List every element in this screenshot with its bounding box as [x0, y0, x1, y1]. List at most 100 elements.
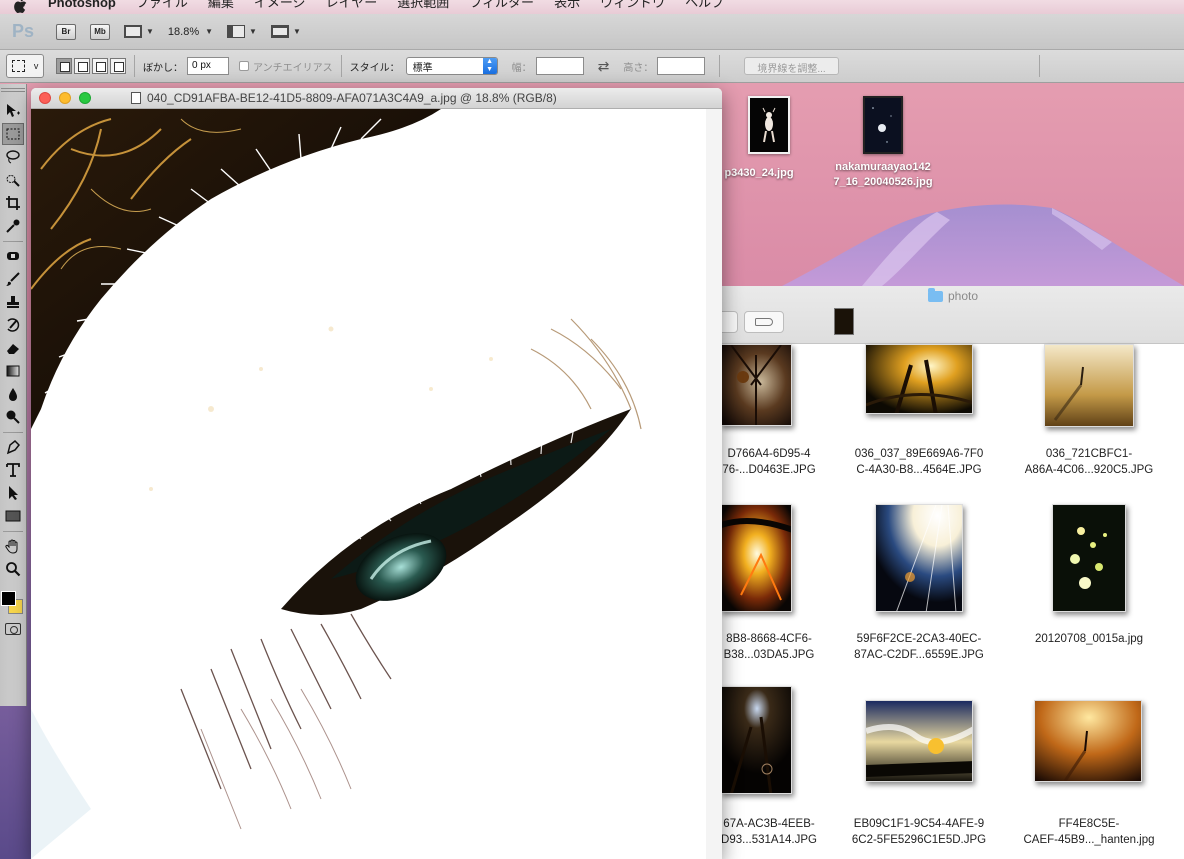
- add-to-selection-button[interactable]: [74, 58, 90, 74]
- rectangle-tool-icon[interactable]: [2, 505, 24, 527]
- subtract-from-selection-button[interactable]: [92, 58, 108, 74]
- file-name-line2[interactable]: 87AC-C2DF...6559E.JPG: [844, 647, 994, 663]
- file-thumbnail-8[interactable]: [865, 700, 973, 782]
- document-titlebar[interactable]: 040_CD91AFBA-BE12-41D5-8809-AFA071A3C4A9…: [31, 88, 722, 109]
- document-window: 040_CD91AFBA-BE12-41D5-8809-AFA071A3C4A9…: [31, 88, 722, 859]
- file-thumbnail-6[interactable]: [1052, 504, 1126, 612]
- arrange-documents-button[interactable]: ▼: [227, 25, 257, 38]
- file-name-line2[interactable]: C-4A30-B8...4564E.JPG: [844, 462, 994, 478]
- zoom-level-dropdown[interactable]: 18.8% ▼: [168, 26, 213, 38]
- desktop-icon-label-line1: nakamuraayao142: [835, 161, 931, 173]
- height-input[interactable]: [657, 57, 706, 75]
- quick-mask-icon[interactable]: [5, 623, 21, 635]
- menu-filter[interactable]: フィルター: [469, 0, 534, 11]
- divider: [3, 241, 23, 242]
- file-thumbnail-5[interactable]: [875, 504, 963, 612]
- lasso-tool-icon[interactable]: [2, 146, 24, 168]
- swap-width-height-icon[interactable]: ⇄: [598, 58, 610, 75]
- divider: [1038, 55, 1040, 77]
- file-name-line2[interactable]: CAEF-45B9..._hanten.jpg: [1014, 832, 1164, 848]
- eraser-tool-icon[interactable]: [2, 337, 24, 359]
- file-name-line1[interactable]: EB09C1F1-9C54-4AFE-9: [844, 816, 994, 832]
- apple-icon[interactable]: [14, 0, 28, 13]
- mini-bridge-button[interactable]: Mb: [90, 23, 110, 40]
- panel-grip[interactable]: [1, 88, 25, 92]
- folder-icon: [927, 287, 943, 302]
- zoom-level-value: 18.8%: [167, 25, 200, 38]
- hand-tool-icon[interactable]: [2, 535, 24, 557]
- move-tool-icon[interactable]: [2, 100, 24, 122]
- spot-healing-brush-tool-icon[interactable]: [2, 245, 24, 267]
- quick-selection-tool-icon[interactable]: [2, 169, 24, 191]
- refine-edge-button[interactable]: 境界線を調整...: [744, 57, 839, 75]
- menu-window[interactable]: ウィンドウ: [600, 0, 665, 11]
- eyedropper-tool-icon[interactable]: [2, 215, 24, 237]
- minimize-window-button[interactable]: [59, 92, 71, 104]
- desktop-thumbnail: [863, 96, 903, 154]
- menu-image[interactable]: イメージ: [254, 0, 306, 11]
- app-menu[interactable]: Photoshop: [48, 0, 116, 11]
- width-label: 幅：: [511, 62, 532, 74]
- menu-file[interactable]: ファイル: [136, 0, 188, 11]
- file-name-line1[interactable]: 036_037_89E669A6-7F0: [844, 446, 994, 462]
- color-swatches: [1, 585, 25, 617]
- file-thumbnail-4[interactable]: [720, 504, 792, 612]
- menu-view[interactable]: 表示: [554, 0, 580, 11]
- finder-title-text: photo: [947, 289, 979, 303]
- file-name-line1[interactable]: 036_721CBFC1-: [1014, 446, 1164, 462]
- view-extras-icon: [124, 25, 142, 38]
- blur-tool-icon[interactable]: [2, 383, 24, 405]
- view-extras-button[interactable]: ▼: [124, 25, 154, 38]
- menu-select[interactable]: 選択範囲: [397, 0, 449, 11]
- feather-input[interactable]: 0 px: [187, 57, 229, 75]
- zoom-tool-icon[interactable]: [2, 558, 24, 580]
- wallpaper-mountain: [782, 204, 1184, 286]
- foreground-color-swatch[interactable]: [1, 591, 16, 606]
- path-selection-tool-icon[interactable]: [2, 482, 24, 504]
- file-name-line1[interactable]: FF4E8C5E-: [1014, 816, 1164, 832]
- chevron-down-icon: ▼: [292, 27, 301, 36]
- file-name-line2[interactable]: A86A-4C06...920C5.JPG: [1014, 462, 1164, 478]
- pen-tool-icon[interactable]: [2, 436, 24, 458]
- close-window-button[interactable]: [39, 92, 51, 104]
- history-brush-tool-icon[interactable]: [2, 314, 24, 336]
- style-label: スタイル：: [349, 62, 400, 74]
- desktop-icon-p3430[interactable]: p3430_24.jpg: [724, 96, 814, 181]
- image-canvas[interactable]: [31, 109, 722, 859]
- file-thumbnail-3[interactable]: [1044, 344, 1134, 427]
- night-sky-thumbnail: [865, 98, 901, 152]
- menu-edit[interactable]: 編集: [208, 0, 234, 11]
- chevron-down-icon: ▼: [205, 27, 214, 36]
- chevron-down-icon: ▼: [249, 27, 257, 36]
- antialias-checkbox[interactable]: [239, 61, 249, 71]
- rectangular-marquee-tool-icon[interactable]: [2, 123, 24, 145]
- tool-preset-picker[interactable]: v: [6, 54, 44, 78]
- width-input[interactable]: [535, 57, 584, 75]
- desktop-icon-nakamura[interactable]: nakamuraayao142 7_16_20040526.jpg: [818, 96, 948, 190]
- document-title-text: 040_CD91AFBA-BE12-41D5-8809-AFA071A3C4A9…: [147, 91, 557, 105]
- brush-tool-icon[interactable]: [2, 268, 24, 290]
- menu-layer[interactable]: レイヤー: [326, 0, 378, 11]
- dodge-tool-icon[interactable]: [2, 406, 24, 428]
- file-thumbnail-7[interactable]: [720, 686, 792, 794]
- screen-mode-button[interactable]: ▼: [270, 25, 301, 38]
- file-thumbnail-2[interactable]: [865, 344, 973, 414]
- file-name-line1[interactable]: 59F6F2CE-2CA3-40EC-: [844, 631, 994, 647]
- file-name-line2[interactable]: 6C2-5FE5296C1E5D.JPG: [844, 832, 994, 848]
- crop-tool-icon[interactable]: [2, 192, 24, 214]
- file-thumbnail-1[interactable]: [720, 344, 792, 426]
- gradient-tool-icon[interactable]: [2, 360, 24, 382]
- finder-preview-thumbnail[interactable]: [834, 308, 854, 335]
- file-name[interactable]: 20120708_0015a.jpg: [1014, 631, 1164, 647]
- chevron-down-icon: v: [33, 61, 39, 71]
- menu-help[interactable]: ヘルプ: [685, 0, 724, 11]
- zoom-window-button[interactable]: [79, 92, 91, 104]
- new-selection-button[interactable]: [56, 58, 72, 74]
- file-thumbnail-9[interactable]: [1034, 700, 1142, 782]
- clone-stamp-tool-icon[interactable]: [2, 291, 24, 313]
- edit-tags-button[interactable]: [744, 311, 784, 333]
- style-select[interactable]: 標準 ▲ ▼: [405, 57, 498, 75]
- intersect-selection-button[interactable]: [110, 58, 126, 74]
- bridge-button[interactable]: Br: [56, 23, 76, 40]
- type-tool-icon[interactable]: [2, 459, 24, 481]
